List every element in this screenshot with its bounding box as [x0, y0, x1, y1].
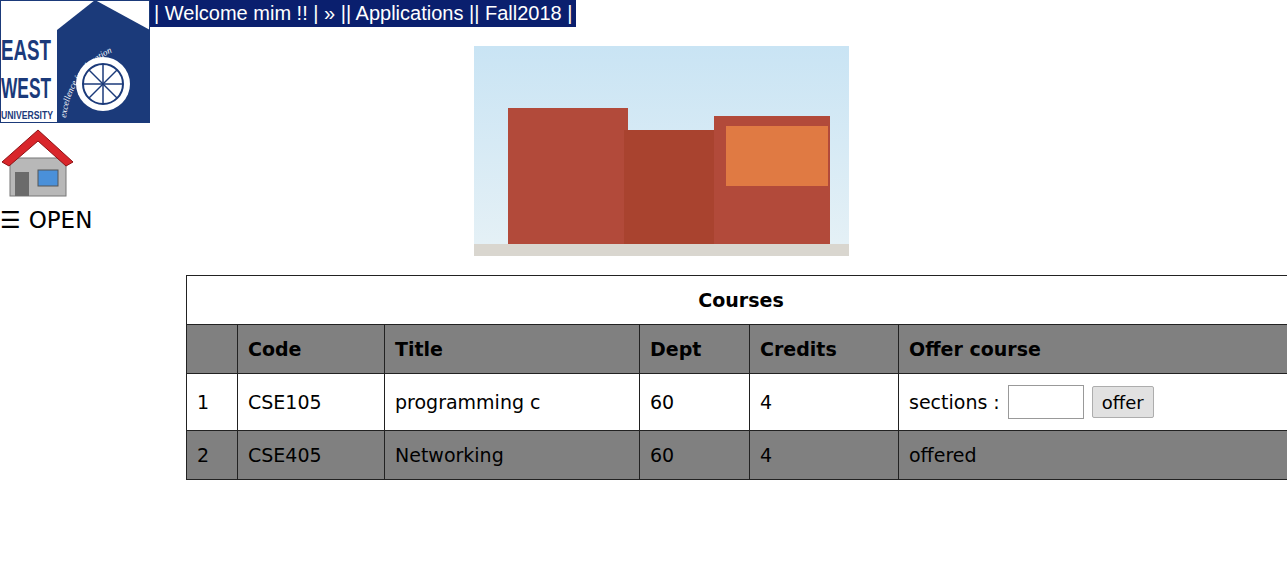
row-index: 2 — [187, 431, 238, 480]
left-column: EAST WEST UNIVERSITY excellence in educatio… — [0, 0, 150, 583]
page: EAST WEST UNIVERSITY excellence in educatio… — [0, 0, 1287, 583]
svg-text:UNIVERSITY: UNIVERSITY — [1, 110, 53, 121]
course-dept: 60 — [640, 431, 750, 480]
course-dept: 60 — [640, 374, 750, 431]
column-header — [187, 325, 238, 374]
campus-photo — [474, 46, 849, 256]
svg-text:WEST: WEST — [1, 71, 51, 104]
column-header: Offer course — [899, 325, 1287, 374]
main-content: | Welcome mim !! | » || Applications || … — [150, 0, 1287, 583]
offered-status: offered — [909, 444, 977, 466]
sections-label: sections : — [909, 391, 1000, 413]
courses-table: CoursesCodeTitleDeptCreditsOffer course1… — [186, 275, 1287, 480]
course-code: CSE105 — [238, 374, 385, 431]
offer-form: sections : offer — [909, 385, 1285, 419]
course-credits: 4 — [750, 431, 899, 480]
table-row: 1CSE105programming c604 sections : offer — [187, 374, 1287, 431]
column-header: Code — [238, 325, 385, 374]
sections-input[interactable] — [1008, 385, 1084, 419]
course-title: programming c — [385, 374, 640, 431]
table-row: 2CSE405Networking604 offered — [187, 431, 1287, 480]
course-code: CSE405 — [238, 431, 385, 480]
course-credits: 4 — [750, 374, 899, 431]
offer-cell: sections : offer — [899, 374, 1287, 431]
svg-text:EAST: EAST — [1, 33, 51, 66]
offer-button[interactable]: offer — [1092, 386, 1154, 418]
column-header: Title — [385, 325, 640, 374]
home-icon[interactable] — [0, 124, 75, 199]
university-logo-icon[interactable]: EAST WEST UNIVERSITY excellence in educatio… — [0, 0, 150, 123]
column-header: Dept — [640, 325, 750, 374]
course-title: Networking — [385, 431, 640, 480]
nav-bar[interactable]: | Welcome mim !! | » || Applications || … — [150, 0, 576, 27]
row-index: 1 — [187, 374, 238, 431]
menu-label: OPEN — [29, 205, 93, 235]
column-header: Credits — [750, 325, 899, 374]
table-caption: Courses — [187, 276, 1287, 325]
offer-cell: offered — [899, 431, 1287, 480]
svg-text:excellence in education: excellence in education — [58, 45, 114, 118]
table-header: CodeTitleDeptCreditsOffer course — [187, 325, 1287, 374]
menu-icon: ☰ — [0, 205, 21, 235]
open-menu-button[interactable]: ☰ OPEN — [0, 205, 150, 235]
